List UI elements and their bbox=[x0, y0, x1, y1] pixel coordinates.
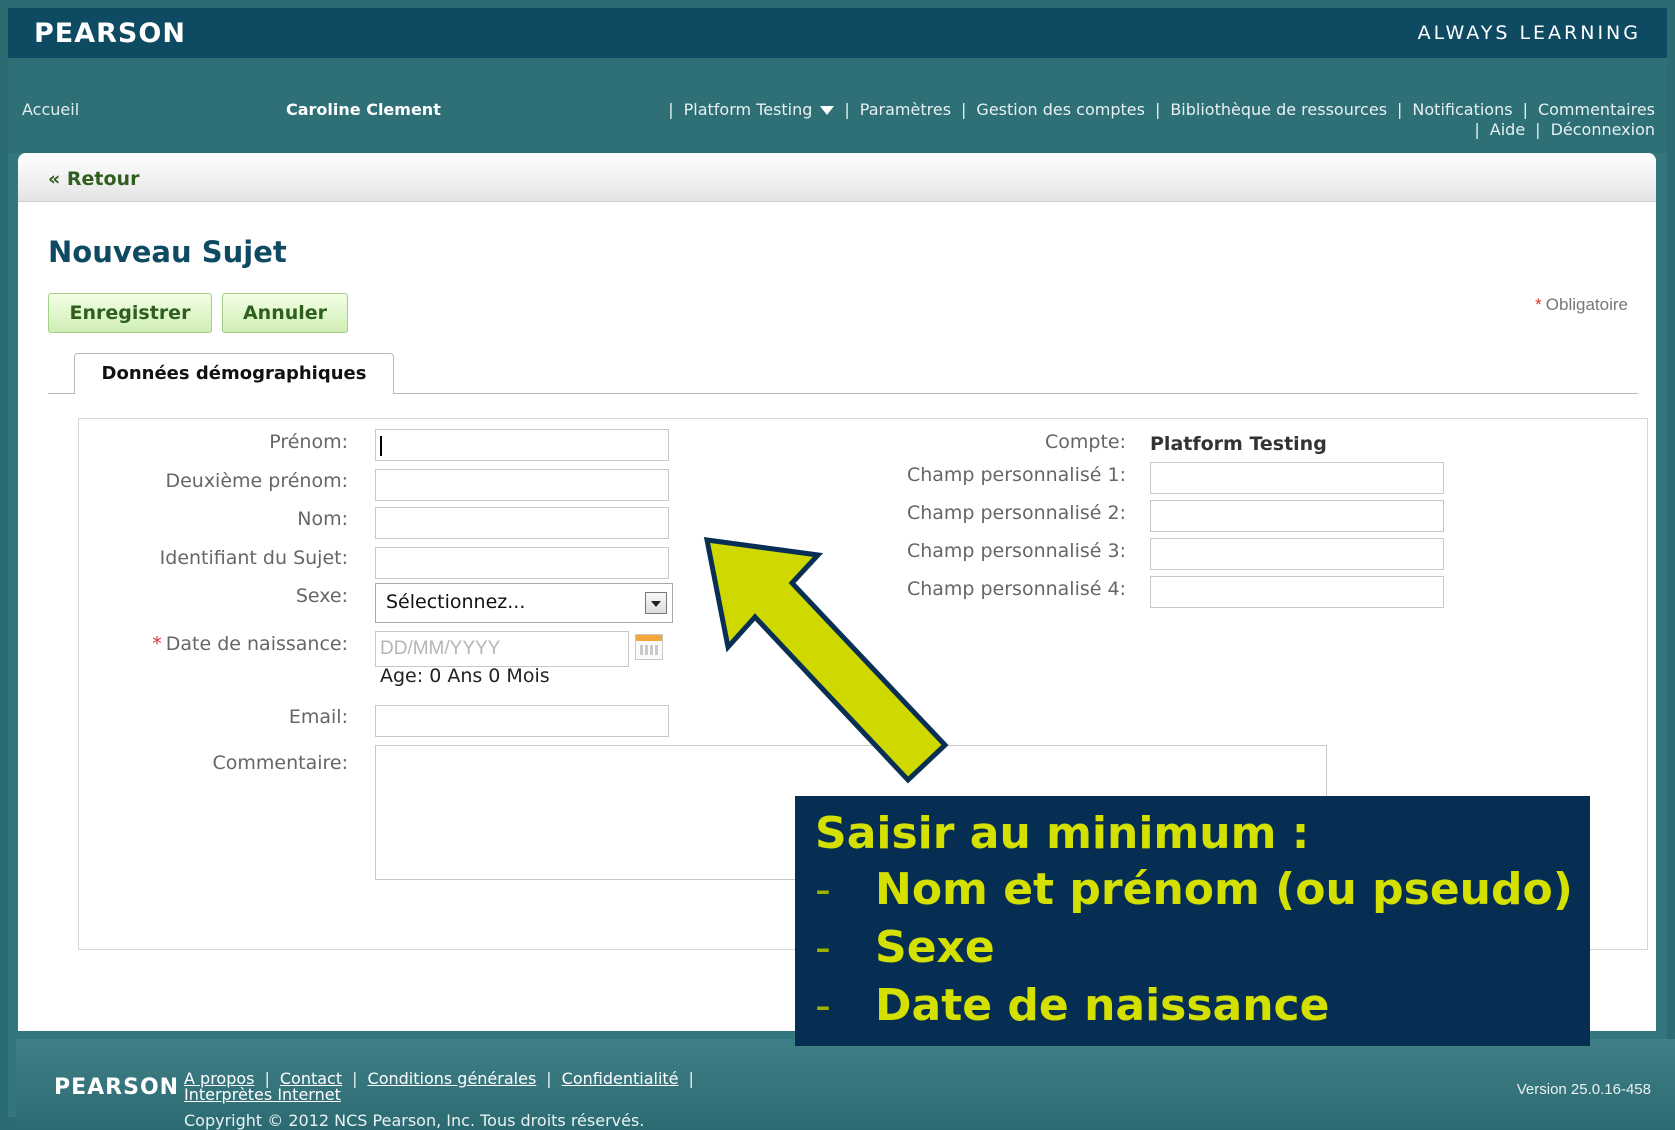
callout-item: - Nom et prénom (ou pseudo) bbox=[815, 864, 1573, 915]
instruction-callout: Saisir au minimum : - Nom et prénom (ou p… bbox=[795, 796, 1590, 1046]
callout-title: Saisir au minimum : bbox=[815, 808, 1310, 859]
callout-item: - Date de naissance bbox=[815, 980, 1330, 1031]
callout-item: - Sexe bbox=[815, 922, 995, 973]
